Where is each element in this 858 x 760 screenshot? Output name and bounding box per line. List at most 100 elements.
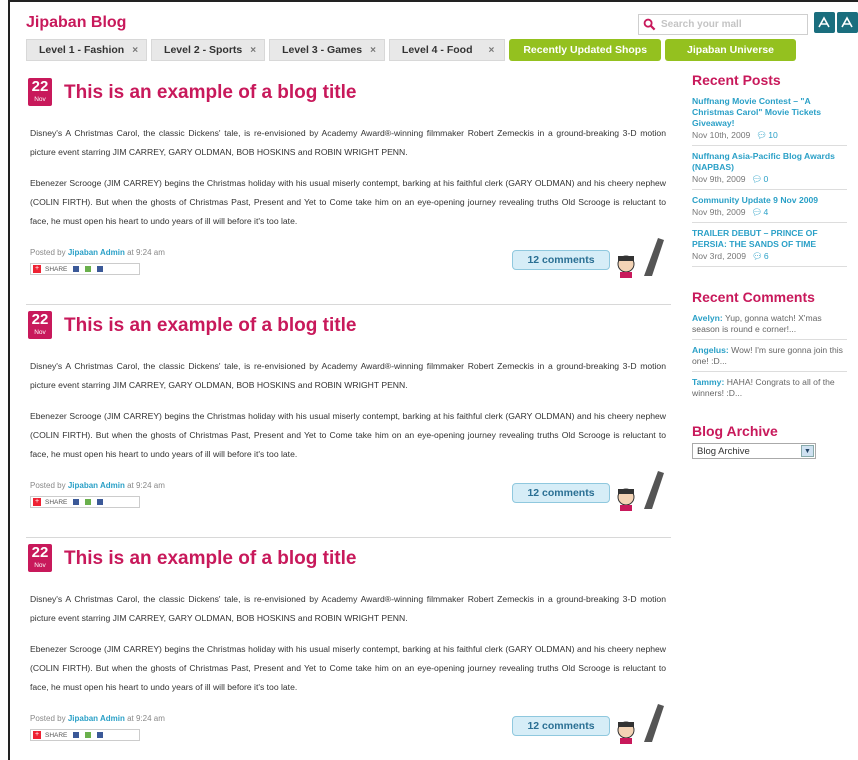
recent-post-meta: Nov 10th, 2009 💬︎10: [692, 129, 847, 141]
search-icon: [643, 18, 656, 31]
post-paragraph: Disney's A Christmas Carol, the classic …: [30, 361, 666, 390]
post-paragraph: Ebenezer Scrooge (JIM CARREY) begins the…: [30, 178, 666, 226]
recent-post-date: Nov 9th, 2009: [692, 207, 746, 217]
recent-post-item: Community Update 9 Nov 2009 Nov 9th, 200…: [692, 195, 847, 223]
post-paragraph: Disney's A Christmas Carol, the classic …: [30, 594, 666, 623]
recent-post-date: Nov 3rd, 2009: [692, 251, 746, 261]
post-time: at 9:24 am: [127, 481, 165, 490]
posted-by-label: Posted by: [30, 248, 66, 257]
post-paragraph: Ebenezer Scrooge (JIM CARREY) begins the…: [30, 644, 666, 692]
comment-icon: 💬︎: [751, 251, 763, 261]
recent-post-link[interactable]: TRAILER DEBUT – PRINCE OF PERSIA: THE SA…: [692, 228, 847, 250]
search-input[interactable]: [661, 19, 801, 30]
archive-heading: Blog Archive: [692, 423, 778, 439]
mascot-icon: [617, 471, 664, 511]
close-icon[interactable]: ×: [250, 45, 256, 56]
social-icon: [85, 499, 92, 505]
post-meta: Posted by Jipaban Admin at 9:24 am: [30, 248, 165, 257]
share-icon-2[interactable]: [837, 12, 858, 33]
header: Jipaban Blog: [26, 12, 858, 36]
plus-icon: +: [33, 498, 41, 506]
tab-level-4[interactable]: Level 4 - Food ×: [388, 39, 506, 61]
comment-author[interactable]: Angelus:: [692, 345, 729, 355]
post-day: 22: [31, 544, 49, 561]
comments-button[interactable]: 12 comments: [512, 716, 610, 736]
recent-post-meta: Nov 9th, 2009 💬︎0: [692, 173, 847, 185]
recent-post-comment-count[interactable]: 10: [768, 130, 778, 140]
comment-author[interactable]: Avelyn:: [692, 313, 723, 323]
author-link[interactable]: Jipaban Admin: [68, 248, 125, 257]
comments-button[interactable]: 12 comments: [512, 250, 610, 270]
search-box[interactable]: [638, 14, 808, 35]
mascot-icon: [617, 704, 664, 744]
date-badge: 22 Nov: [28, 311, 52, 339]
plus-icon: +: [33, 265, 41, 273]
post-list: 22 Nov This is an example of a blog titl…: [26, 72, 671, 760]
post-month: Nov: [34, 96, 46, 103]
recent-post-link[interactable]: Nuffnang Asia-Pacific Blog Awards (NAPBA…: [692, 151, 847, 173]
tab-jipaban-universe[interactable]: Jipaban Universe: [665, 39, 796, 61]
archive-select[interactable]: Blog Archive ▼: [692, 443, 816, 459]
main-nav: Level 1 - Fashion × Level 2 - Sports × Lev…: [26, 39, 796, 61]
post-paragraph: Ebenezer Scrooge (JIM CARREY) begins the…: [30, 411, 666, 459]
tab-label: Level 2 - Sports: [164, 44, 243, 56]
archive-select-value: Blog Archive: [697, 445, 750, 457]
social-icon: [73, 266, 80, 272]
mascot-icon: [617, 238, 664, 278]
post-title[interactable]: This is an example of a blog title: [64, 82, 356, 104]
recent-post-item: Nuffnang Movie Contest – "A Christmas Ca…: [692, 96, 847, 146]
recent-post-date: Nov 10th, 2009: [692, 130, 751, 140]
recent-comments-heading: Recent Comments: [692, 289, 815, 305]
tab-level-1[interactable]: Level 1 - Fashion ×: [26, 39, 148, 61]
tab-recently-updated-shops[interactable]: Recently Updated Shops: [509, 39, 662, 61]
recent-post-item: TRAILER DEBUT – PRINCE OF PERSIA: THE SA…: [692, 228, 847, 267]
blog-post: 22 Nov This is an example of a blog titl…: [26, 72, 671, 305]
close-icon[interactable]: ×: [370, 45, 376, 56]
page-frame: Jipaban Blog Level 1 - Fashion × Level 2 …: [8, 0, 858, 760]
comment-icon: 💬︎: [756, 130, 768, 140]
site-logo[interactable]: Jipaban Blog: [26, 14, 126, 32]
recent-post-comment-count[interactable]: 4: [763, 207, 768, 217]
share-icon-1[interactable]: [814, 12, 835, 33]
author-link[interactable]: Jipaban Admin: [68, 714, 125, 723]
recent-post-meta: Nov 3rd, 2009 💬︎6: [692, 250, 847, 262]
recent-post-comment-count[interactable]: 0: [763, 174, 768, 184]
social-icon: [97, 732, 104, 738]
share-label: SHARE: [45, 498, 68, 506]
author-link[interactable]: Jipaban Admin: [68, 481, 125, 490]
share-label: SHARE: [45, 731, 68, 739]
share-button[interactable]: + SHARE: [30, 263, 140, 275]
post-body: Disney's A Christmas Carol, the classic …: [30, 124, 666, 243]
comment-author[interactable]: Tammy:: [692, 377, 724, 387]
recent-post-link[interactable]: Nuffnang Movie Contest – "A Christmas Ca…: [692, 96, 847, 129]
blog-post: 22 Nov This is an example of a blog titl…: [26, 538, 671, 760]
share-label: SHARE: [45, 265, 68, 273]
post-title[interactable]: This is an example of a blog title: [64, 548, 356, 570]
tab-label: Level 3 - Games: [282, 44, 363, 56]
recent-post-item: Nuffnang Asia-Pacific Blog Awards (NAPBA…: [692, 151, 847, 190]
close-icon[interactable]: ×: [132, 45, 138, 56]
recent-post-comment-count[interactable]: 6: [764, 251, 769, 261]
post-body: Disney's A Christmas Carol, the classic …: [30, 590, 666, 709]
date-badge: 22 Nov: [28, 544, 52, 572]
recent-post-meta: Nov 9th, 2009 💬︎4: [692, 206, 847, 218]
recent-comment-item: Avelyn: Yup, gonna watch! X'mas season i…: [692, 313, 847, 340]
date-badge: 22 Nov: [28, 78, 52, 106]
tab-level-2[interactable]: Level 2 - Sports ×: [151, 39, 266, 61]
plus-icon: +: [33, 731, 41, 739]
social-icon: [85, 266, 92, 272]
close-icon[interactable]: ×: [489, 45, 495, 56]
social-icon: [85, 732, 92, 738]
chevron-down-icon: ▼: [801, 445, 814, 457]
comments-button[interactable]: 12 comments: [512, 483, 610, 503]
post-title[interactable]: This is an example of a blog title: [64, 315, 356, 337]
social-icon: [73, 499, 80, 505]
recent-comment-item: Angelus: Wow! I'm sure gonna join this o…: [692, 345, 847, 372]
share-button[interactable]: + SHARE: [30, 729, 140, 741]
tab-label: Level 4 - Food: [401, 44, 473, 56]
recent-post-link[interactable]: Community Update 9 Nov 2009: [692, 195, 847, 206]
share-button[interactable]: + SHARE: [30, 496, 140, 508]
recent-posts-heading: Recent Posts: [692, 72, 781, 88]
tab-level-3[interactable]: Level 3 - Games ×: [269, 39, 385, 61]
post-body: Disney's A Christmas Carol, the classic …: [30, 357, 666, 476]
